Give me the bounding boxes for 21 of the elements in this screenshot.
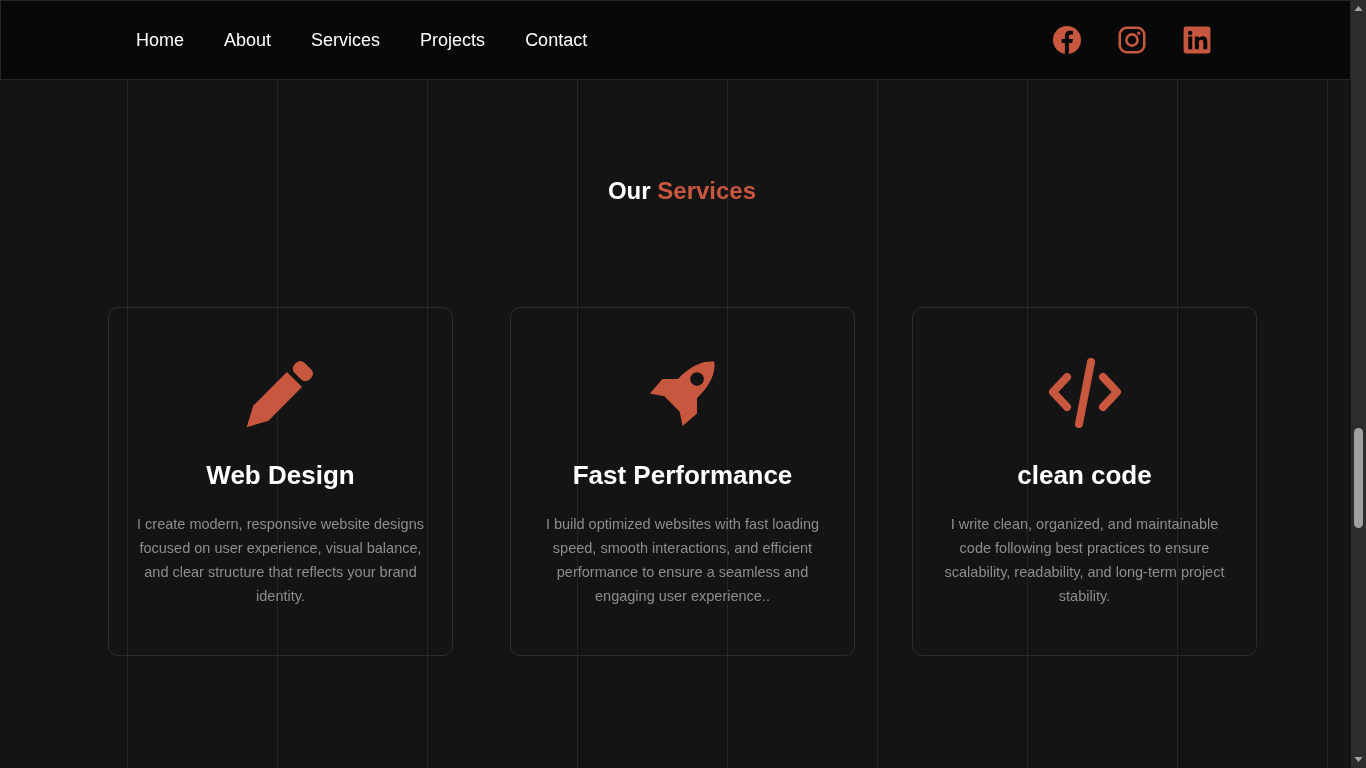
linkedin-icon[interactable] bbox=[1183, 26, 1211, 54]
service-title: clean code bbox=[1017, 459, 1152, 491]
nav-link[interactable]: Contact bbox=[525, 28, 588, 52]
service-description: I build optimized websites with fast loading speed, smooth interactions, and efficient performance to ensure a seamless and engaging user experience.. bbox=[544, 515, 821, 606]
nav-link[interactable]: Services bbox=[311, 28, 381, 52]
rocket-icon bbox=[648, 359, 717, 427]
facebook-icon[interactable] bbox=[1053, 26, 1081, 54]
scroll-up-icon[interactable] bbox=[1354, 6, 1363, 11]
pencil-icon bbox=[245, 358, 316, 428]
instagram-icon[interactable] bbox=[1118, 26, 1146, 54]
service-title: Web Design bbox=[206, 459, 355, 491]
service-title: Fast Performance bbox=[572, 459, 793, 491]
nav-link[interactable]: Home bbox=[136, 28, 184, 52]
scrollbar[interactable] bbox=[1351, 0, 1366, 768]
nav-link[interactable]: About bbox=[224, 28, 272, 52]
service-description: I write clean, organized, and maintainable code following best practices to ensure scalability, readability, and long-term project stability. bbox=[943, 515, 1226, 606]
nav-link[interactable]: Projects bbox=[420, 28, 486, 52]
scroll-down-icon[interactable] bbox=[1354, 757, 1363, 762]
section-title: Our Services bbox=[606, 176, 757, 206]
service-description: I create modern, responsive website designs focused on user experience, visual balance, and clear structure that reflects your brand identity. bbox=[136, 515, 425, 606]
scrollbar-thumb[interactable] bbox=[1354, 428, 1363, 528]
